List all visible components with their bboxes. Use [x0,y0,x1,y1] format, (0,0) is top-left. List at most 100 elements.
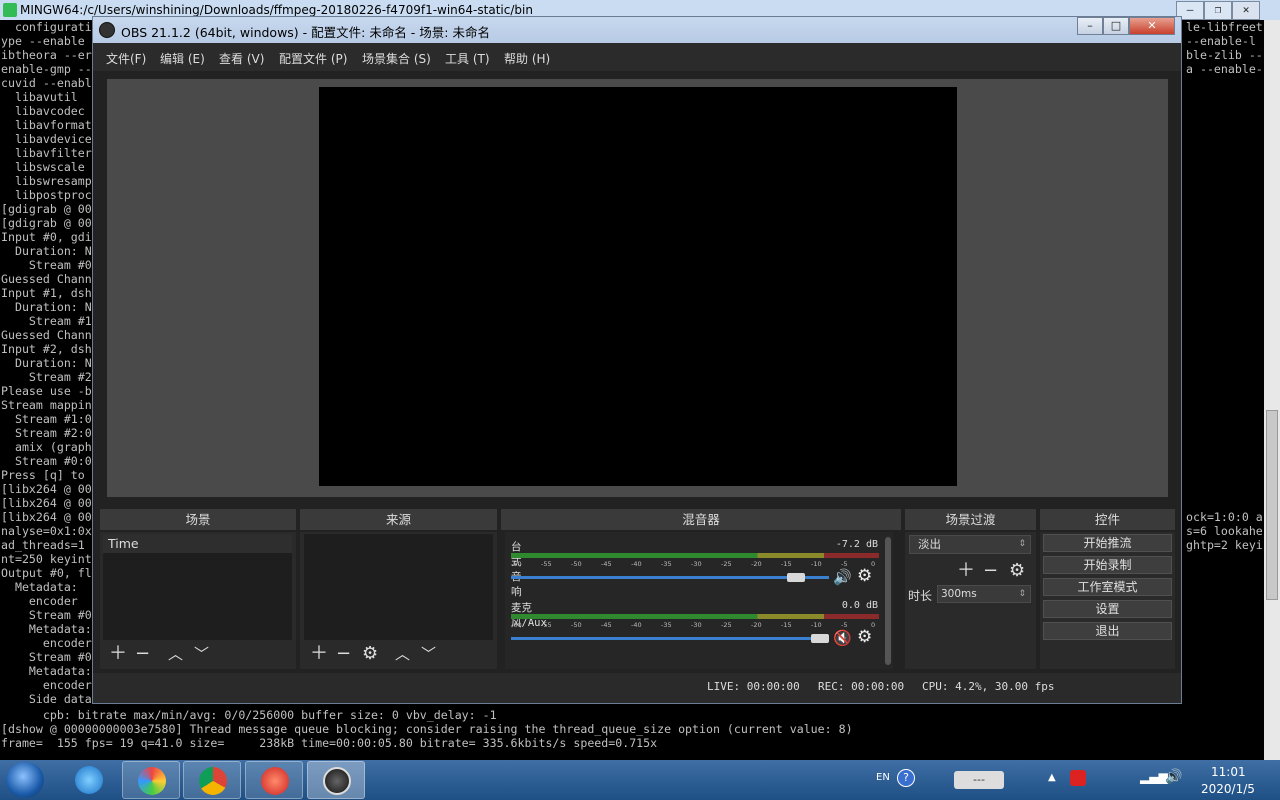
obs-maximize-button[interactable]: □ [1103,17,1129,35]
volume-slider[interactable] [511,637,829,640]
taskbar-app[interactable] [122,761,180,799]
menu-tools[interactable]: 工具 (T) [445,50,490,67]
scrollbar-thumb[interactable] [1266,410,1278,600]
terminal-line: Press [q] to [1,468,85,482]
menu-view[interactable]: 查看 (V) [219,50,264,67]
menu-scene-collection[interactable]: 场景集合 (S) [362,50,431,67]
terminal-scrollbar[interactable] [1264,20,1280,760]
terminal-line: [gdigrab @ 00 [1,216,92,230]
terminal-close-button[interactable]: ✕ [1232,1,1260,20]
show-hidden-icons-icon[interactable]: ▲ [1048,772,1056,783]
scenes-list[interactable]: Time [103,534,292,640]
meter-tick-label: -20 [751,560,762,568]
speaker-icon[interactable]: 🔊 [833,570,852,585]
sources-panel: ＋ − ⚙ ︿ ﹀ [300,532,497,669]
menu-file[interactable]: 文件(F) [106,50,146,67]
taskbar-chrome[interactable] [183,761,241,799]
meter-tick-label: -20 [751,621,762,629]
add-source-icon[interactable]: ＋ [310,645,328,663]
studio-mode-button[interactable]: 工作室模式 [1043,578,1172,596]
remove-scene-icon[interactable]: − [135,645,150,663]
mixer-channel-name: 台式音响 [511,541,522,598]
start-button[interactable] [6,762,44,798]
remove-transition-icon[interactable]: − [983,562,998,580]
duration-label: 时长 [908,589,933,603]
terminal-line: ghtp=2 keyi [1186,538,1263,552]
move-source-down-icon[interactable]: ﹀ [421,645,436,663]
add-scene-icon[interactable]: ＋ [109,645,127,663]
obs-icon [323,767,351,795]
obs-minimize-button[interactable]: – [1077,17,1103,35]
scenes-panel: Time ＋ − ︿ ﹀ [100,532,296,669]
terminal-line: libswresamp [1,174,92,188]
obs-titlebar[interactable]: OBS 21.1.2 (64bit, windows) - 配置文件: 未命名 … [93,17,1181,43]
terminal-line: Please use -b [1,384,92,398]
help-icon[interactable]: ? [897,769,915,787]
terminal-line: --enable-l [1186,34,1256,48]
sources-list[interactable] [304,534,493,640]
meter-tick-label: -35 [661,621,672,629]
terminal-line: Input #1, dsh [1,286,92,300]
rec-timer: REC: 00:00:00 [818,680,905,693]
start-streaming-button[interactable]: 开始推流 [1043,534,1172,552]
move-source-up-icon[interactable]: ︿ [395,645,410,663]
scene-item[interactable]: Time [103,534,292,553]
volume-slider-handle[interactable] [787,573,805,582]
mingw-icon [3,3,17,17]
preview-area[interactable] [107,79,1168,497]
terminal-line: [libx264 @ 00 [1,510,92,524]
spin-arrows-icon: ⇕ [1018,589,1026,599]
add-transition-icon[interactable]: ＋ [957,562,975,580]
start-recording-button[interactable]: 开始录制 [1043,556,1172,574]
meter-tick-label: -30 [691,560,702,568]
chrome-icon [199,767,227,795]
terminal-line: a --enable- [1186,62,1263,76]
obs-window[interactable]: OBS 21.1.2 (64bit, windows) - 配置文件: 未命名 … [92,16,1182,704]
taskbar-ie[interactable] [60,761,118,799]
terminal-line: le-libfreet [1186,20,1263,34]
mixer-settings-gear-icon[interactable]: ⚙ [857,629,872,646]
obs-close-button[interactable]: ✕ [1129,17,1175,35]
terminal-line: Duration: N [1,244,92,258]
terminal-line: ype --enable [1,34,85,48]
source-properties-gear-icon[interactable]: ⚙ [362,645,378,663]
terminal-line: Metadata: [1,664,92,678]
exit-button[interactable]: 退出 [1043,622,1172,640]
meter-tick-label: -45 [601,621,612,629]
clock-date[interactable]: 2020/1/5 [1201,782,1255,796]
menu-edit[interactable]: 编辑 (E) [160,50,205,67]
terminal-line: Side data [1,692,92,706]
duration-spinbox[interactable]: 300ms ⇕ [937,585,1031,603]
menu-help[interactable]: 帮助 (H) [504,50,550,67]
preview-canvas[interactable] [319,87,957,486]
transition-properties-gear-icon[interactable]: ⚙ [1009,562,1025,580]
antivirus-icon[interactable] [1070,770,1086,786]
meter-tick-label: -55 [541,621,552,629]
taskbar-obs[interactable] [307,761,365,799]
terminal-line: Stream #1:0 [1,412,92,426]
network-signal-icon[interactable]: ▂▄▆ [1140,770,1168,784]
terminal-maximize-button[interactable]: ❐ [1204,1,1232,20]
terminal-line: ibtheora --er [1,48,92,62]
settings-button[interactable]: 设置 [1043,600,1172,618]
meter-tick-label: -60 [511,560,522,568]
taskbar-app-2[interactable] [245,761,303,799]
terminal-line: Duration: N [1,356,92,370]
language-indicator[interactable]: EN [876,772,890,783]
ime-input-box[interactable]: --- [954,771,1004,789]
transition-select[interactable]: 淡出 ⇕ [909,535,1031,554]
muted-speaker-icon[interactable]: 🔇 [833,631,852,646]
terminal-line: Stream #0 [1,258,92,272]
volume-slider[interactable] [511,576,829,579]
menu-profile[interactable]: 配置文件 (P) [279,50,347,67]
move-scene-up-icon[interactable]: ︿ [168,645,183,663]
remove-source-icon[interactable]: − [336,645,351,663]
mixer-settings-gear-icon[interactable]: ⚙ [857,568,872,585]
transitions-dock-title: 场景过渡 [905,509,1036,530]
volume-icon[interactable]: 🔊 [1165,769,1182,785]
volume-slider-handle[interactable] [811,634,829,643]
clock-time[interactable]: 11:01 [1211,765,1246,779]
taskbar: EN ? --- ▲ ▂▄▆ 🔊 11:01 2020/1/5 [0,760,1280,800]
move-scene-down-icon[interactable]: ﹀ [194,645,209,663]
mixer-scrollbar[interactable] [885,537,891,665]
